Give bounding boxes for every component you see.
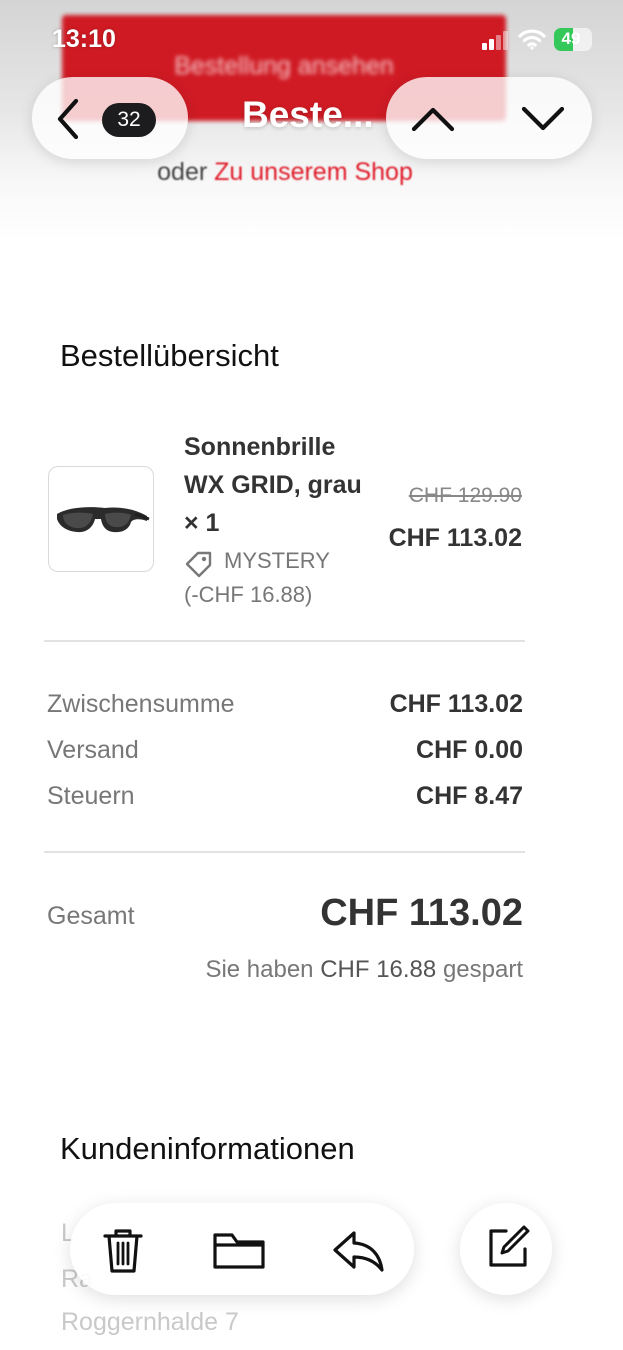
shipping-value: CHF 0.00 — [416, 736, 523, 764]
discount-code: MYSTERY — [224, 548, 330, 573]
order-summary-heading: Bestellübersicht — [60, 338, 279, 373]
chevron-left-icon — [57, 98, 79, 140]
product-image — [48, 466, 154, 572]
trash-icon[interactable] — [96, 1223, 150, 1277]
mail-toolbar — [70, 1203, 414, 1295]
savings-suffix: gespart — [442, 956, 523, 983]
savings-prefix: Sie haben — [205, 956, 314, 983]
subtotal-value: CHF 113.02 — [389, 690, 523, 718]
total-label: Gesamt — [47, 902, 135, 930]
reply-icon[interactable] — [332, 1223, 386, 1277]
savings-amount: CHF 16.88 — [320, 956, 437, 983]
product-name: Sonnenbrille WX GRID, grau × 1 — [184, 433, 362, 537]
folder-icon[interactable] — [212, 1223, 266, 1277]
shop-link[interactable]: Zu unserem Shop — [214, 158, 413, 186]
sunglasses-icon — [57, 507, 150, 533]
message-navigation — [386, 77, 592, 159]
shipping-label: Versand — [47, 736, 139, 764]
unread-count-badge: 32 — [102, 103, 156, 137]
discount-amount: (-CHF 16.88) — [184, 582, 313, 607]
item-price: CHF 113.02 — [388, 524, 522, 552]
mail-subject-title: Beste... — [242, 94, 374, 135]
back-button[interactable]: 32 — [32, 77, 188, 159]
taxes-label: Steuern — [47, 782, 135, 810]
chevron-down-icon[interactable] — [520, 103, 566, 135]
cellular-signal-icon — [482, 30, 508, 50]
or-text: oder — [157, 158, 208, 186]
chevron-up-icon[interactable] — [410, 103, 456, 135]
wifi-icon — [518, 29, 546, 50]
battery-percent: 49 — [561, 29, 581, 48]
total-value: CHF 113.02 — [320, 892, 523, 934]
divider — [44, 640, 525, 642]
battery-icon: 49 — [554, 28, 592, 51]
original-price: CHF 129.90 — [408, 484, 522, 507]
taxes-value: CHF 8.47 — [416, 782, 523, 810]
compose-icon — [489, 1225, 530, 1267]
subtotal-label: Zwischensumme — [47, 690, 235, 718]
shop-link-line: oder Zu unserem Shop — [0, 158, 570, 187]
customer-address-line: Roggernhalde 7 — [61, 1308, 239, 1336]
savings-note: Sie haben CHF 16.88 gespart — [205, 956, 523, 984]
customer-info-heading: Kundeninformationen — [60, 1131, 355, 1166]
compose-button[interactable] — [460, 1203, 552, 1295]
status-time: 13:10 — [52, 25, 116, 53]
tag-icon — [185, 551, 212, 578]
divider — [44, 851, 525, 853]
